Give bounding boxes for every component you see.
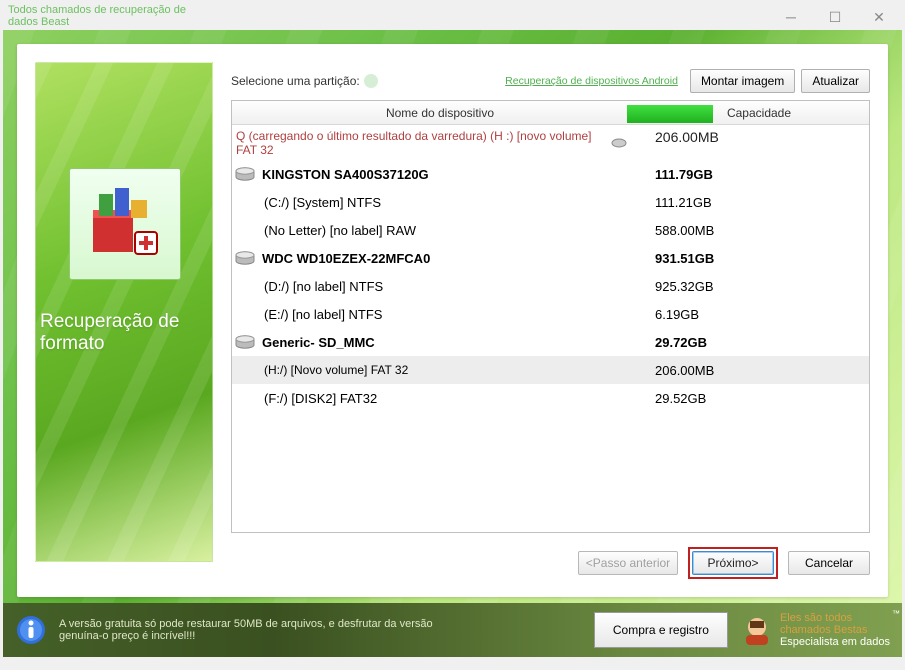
- wizard-panel: Recuperação de formato Selecione uma par…: [17, 44, 888, 597]
- next-button[interactable]: Próximo>: [692, 551, 774, 575]
- top-row: Selecione uma partição: Recuperação de d…: [231, 62, 870, 100]
- minimize-button[interactable]: ─: [769, 4, 813, 30]
- banner-title: Recuperação de formato: [40, 311, 208, 355]
- buy-register-button[interactable]: Compra e registro: [594, 612, 728, 648]
- partition-row[interactable]: (F:/) [DISK2] FAT3229.52GB: [232, 384, 869, 412]
- select-partition-label: Selecione uma partição:: [231, 74, 360, 88]
- table-header: Nome do dispositivo Capacidade: [232, 101, 869, 125]
- disk-row[interactable]: WDC WD10EZEX-22MFCA0931.51GB: [232, 244, 869, 272]
- partition-row[interactable]: (C:/) [System] NTFS111.21GB: [232, 188, 869, 216]
- disk-row[interactable]: Generic- SD_MMC29.72GB: [232, 328, 869, 356]
- partition-row[interactable]: (E:/) [no label] NTFS6.19GB: [232, 300, 869, 328]
- brand-text: Eles são todos chamados Bestas Especiali…: [780, 612, 890, 648]
- header-device-name: Nome do dispositivo: [232, 106, 649, 120]
- close-button[interactable]: ✕: [857, 4, 901, 30]
- brand-line-2: chamados Bestas: [780, 624, 890, 636]
- brand-block: Eles são todos chamados Bestas Especiali…: [740, 612, 890, 648]
- brand-line-3: Especialista em dados: [780, 636, 890, 648]
- help-icon[interactable]: [364, 74, 378, 88]
- partition-row[interactable]: (No Letter) [no label] RAW588.00MB: [232, 216, 869, 244]
- main-area: Recuperação de formato Selecione uma par…: [3, 30, 902, 657]
- android-recovery-link[interactable]: Recuperação de dispositivos Android: [505, 75, 678, 87]
- footer: A versão gratuita só pode restaurar 50MB…: [3, 603, 902, 657]
- right-side: Selecione uma partição: Recuperação de d…: [231, 62, 870, 579]
- device-table: Nome do dispositivo Capacidade Q (carreg…: [231, 100, 870, 533]
- window-controls: ─ ☐ ✕: [769, 4, 901, 30]
- partition-row[interactable]: (D:/) [no label] NTFS925.32GB: [232, 272, 869, 300]
- table-body: Q (carregando o último resultado da varr…: [232, 125, 869, 532]
- left-side: Recuperação de formato: [35, 62, 213, 579]
- maximize-button[interactable]: ☐: [813, 4, 857, 30]
- title-bar: Todos chamados de recuperação de dados B…: [0, 0, 905, 30]
- next-highlight: Próximo>: [688, 547, 778, 579]
- progress-indicator: [627, 105, 713, 123]
- last-scan-row[interactable]: Q (carregando o último resultado da varr…: [232, 125, 869, 160]
- nav-row: <Passo anterior Próximo> Cancelar: [231, 547, 870, 579]
- cancel-button[interactable]: Cancelar: [788, 551, 870, 575]
- left-banner: Recuperação de formato: [35, 62, 213, 562]
- footer-info-text: A versão gratuita só pode restaurar 50MB…: [59, 618, 479, 642]
- recovery-icon: [69, 168, 181, 280]
- brand-line-1: Eles são todos: [780, 612, 890, 624]
- avatar-icon: [740, 613, 774, 647]
- info-icon: [15, 614, 47, 646]
- back-button[interactable]: <Passo anterior: [578, 551, 678, 575]
- partition-row[interactable]: (H:/) [Novo volume] FAT 32206.00MB: [232, 356, 869, 384]
- refresh-button[interactable]: Atualizar: [801, 69, 870, 93]
- window-title: Todos chamados de recuperação de dados B…: [8, 4, 188, 28]
- disk-row[interactable]: KINGSTON SA400S37120G111.79GB: [232, 160, 869, 188]
- mount-image-button[interactable]: Montar imagem: [690, 69, 795, 93]
